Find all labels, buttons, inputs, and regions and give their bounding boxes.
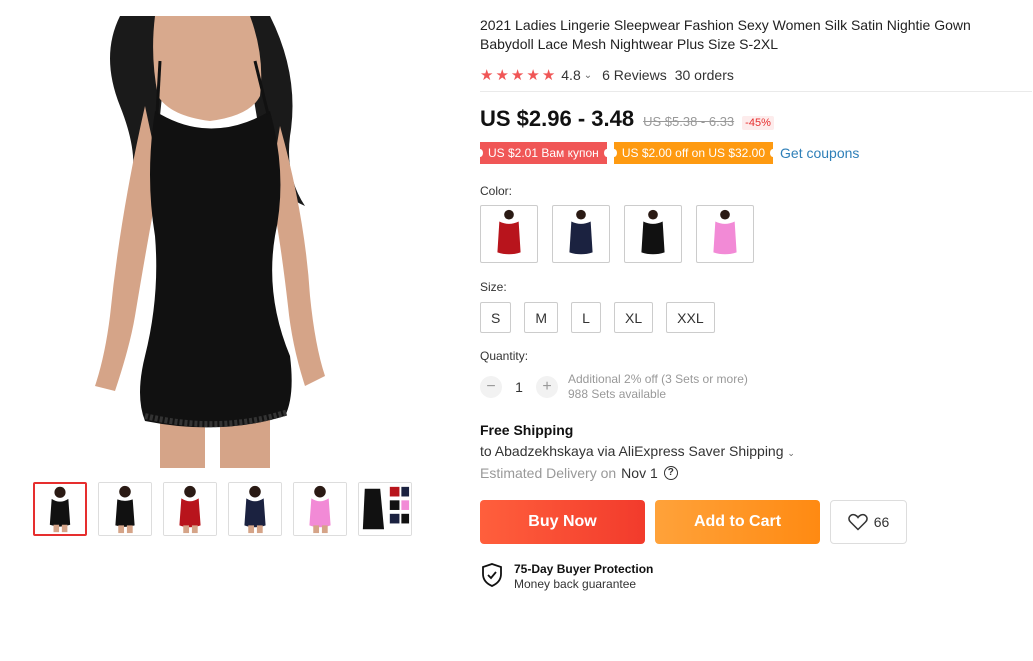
protection-text: 75-Day Buyer Protection Money back guara… <box>514 562 653 591</box>
main-product-image[interactable] <box>60 16 378 468</box>
help-icon[interactable]: ? <box>663 466 678 480</box>
delivery-label: Estimated Delivery on <box>480 465 617 481</box>
wishlist-count: 66 <box>873 514 890 530</box>
orders-count: 30 orders <box>674 67 734 83</box>
shield-check-icon <box>482 563 502 587</box>
estimated-delivery: Estimated Delivery on Nov 1 ? <box>480 465 1032 481</box>
bulk-discount-note: Additional 2% off (3 Sets or more) <box>568 372 748 386</box>
star-icon: ★ <box>541 66 556 84</box>
quantity-input[interactable]: 1 <box>502 372 536 402</box>
star-icon: ★ <box>510 66 525 84</box>
thumbnail-pink[interactable] <box>293 482 347 536</box>
size-option-xl[interactable]: XL <box>614 302 654 333</box>
rating-stars: ★ ★ ★ ★ ★ <box>480 68 555 83</box>
rating-value[interactable]: 4.8 <box>561 67 580 83</box>
shipping-destination[interactable]: to Abadzekhskaya via AliExpress Saver Sh… <box>480 443 1032 459</box>
price-row: US $2.96 - 3.48 US $5.38 - 6.33 -45% <box>480 106 1032 132</box>
thumbnail-black-front[interactable] <box>33 482 87 536</box>
chevron-down-icon[interactable]: ⌄ <box>584 70 592 81</box>
shipping-title: Free Shipping <box>480 422 574 438</box>
product-title: 2021 Ladies Lingerie Sleepwear Fashion S… <box>480 17 971 52</box>
original-price: US $5.38 - 6.33 <box>643 114 735 129</box>
coupon-red[interactable]: US $2.01 Вам купон <box>477 142 610 164</box>
chevron-down-icon[interactable]: ⌄ <box>787 448 795 458</box>
quantity-stepper: − 1 + Additional 2% off (3 Sets or more)… <box>480 372 1032 402</box>
reviews-link[interactable]: 6 Reviews <box>602 67 667 83</box>
add-to-cart-button[interactable]: Add to Cart <box>655 500 820 544</box>
color-swatch-navy[interactable] <box>552 205 610 263</box>
action-buttons: Buy Now Add to Cart 66 <box>480 500 1032 544</box>
color-swatches <box>480 205 1032 263</box>
quantity-decrease-button[interactable]: − <box>480 376 502 398</box>
get-coupons-link[interactable]: Get coupons <box>780 145 859 161</box>
size-label: Size: <box>480 280 507 294</box>
quantity-label: Quantity: <box>480 349 529 363</box>
size-option-m[interactable]: M <box>524 302 559 333</box>
rating-row: ★ ★ ★ ★ ★ 4.8 ⌄ 6 Reviews 30 orders <box>480 65 1032 85</box>
thumbnail-red[interactable] <box>163 482 217 536</box>
delivery-date: Nov 1 <box>621 465 658 481</box>
color-swatch-black[interactable] <box>624 205 682 263</box>
protection-subtitle: Money back guarantee <box>514 577 637 591</box>
thumbnail-black-back[interactable] <box>98 482 152 536</box>
divider <box>480 91 1032 92</box>
heart-icon <box>847 513 868 531</box>
quantity-info: Additional 2% off (3 Sets or more) 988 S… <box>568 372 748 402</box>
color-swatch-pink[interactable] <box>696 205 754 263</box>
color-swatch-red[interactable] <box>480 205 538 263</box>
coupon-orange[interactable]: US $2.00 off on US $32.00 <box>610 142 777 164</box>
product-info: 2021 Ladies Lingerie Sleepwear Fashion S… <box>477 16 1032 591</box>
color-label: Color: <box>480 184 513 198</box>
coupon-row: US $2.01 Вам купон US $2.00 off on US $3… <box>477 142 1032 164</box>
star-icon: ★ <box>526 66 540 84</box>
quantity-increase-button[interactable]: + <box>536 376 558 398</box>
size-options: S M L XL XXL <box>480 302 1032 333</box>
stock-available: 988 Sets available <box>568 387 667 401</box>
shipping-method-text: to Abadzekhskaya via AliExpress Saver Sh… <box>480 443 784 459</box>
buyer-protection: 75-Day Buyer Protection Money back guara… <box>480 562 1032 591</box>
star-icon: ★ <box>495 66 509 84</box>
size-option-l[interactable]: L <box>571 302 602 333</box>
protection-title: 75-Day Buyer Protection <box>514 562 654 576</box>
thumbnail-navy[interactable] <box>228 482 282 536</box>
thumbnail-strip <box>33 482 412 536</box>
current-price: US $2.96 - 3.48 <box>480 106 635 131</box>
thumbnail-set-collage[interactable] <box>358 482 412 536</box>
buy-now-button[interactable]: Buy Now <box>480 500 645 544</box>
star-icon: ★ <box>480 66 494 84</box>
wishlist-button[interactable]: 66 <box>830 500 907 544</box>
discount-badge: -45% <box>742 116 774 130</box>
size-option-s[interactable]: S <box>480 302 512 333</box>
size-option-xxl[interactable]: XXL <box>666 302 715 333</box>
